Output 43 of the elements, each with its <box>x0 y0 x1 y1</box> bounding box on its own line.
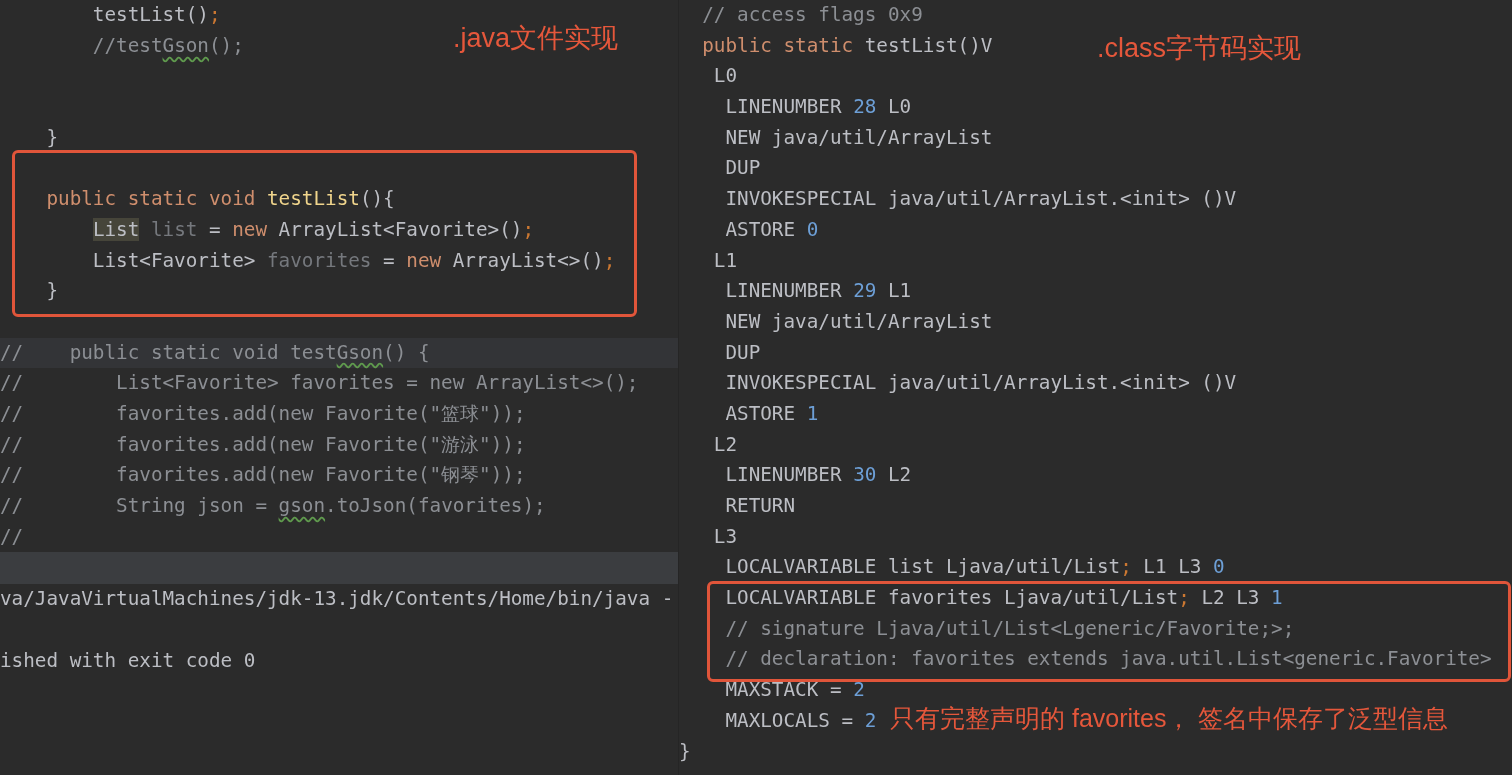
bytecode-line: MAXSTACK = 2 <box>724 677 865 704</box>
bytecode-line: public static testList()V <box>701 32 993 59</box>
bytecode-line: } <box>679 738 691 765</box>
code-line: testList(); <box>91 2 221 28</box>
bytecode-line: LOCALVARIABLE favorites Ljava/util/List; L2 L3 1 <box>724 585 1283 612</box>
annotation-text: .java文件实现 <box>453 22 619 55</box>
code-line: // String json = gson.toJson(favorites); <box>0 493 546 519</box>
code-line: // favorites.add(new Favorite("篮球")); <box>0 400 526 427</box>
console-line: ished with exit code 0 <box>0 647 256 674</box>
code-line: //testGson(); <box>91 32 244 59</box>
bytecode-line: // signature Ljava/util/List<Lgeneric/Favorite;>; <box>724 615 1295 642</box>
code-line: // <box>0 523 24 550</box>
code-line: List<Favorite> favorites = new ArrayList<>(); <box>91 247 616 274</box>
console-line: va/JavaVirtualMachines/jdk-13.jdk/Contents/Home/bin/java - <box>0 586 674 613</box>
bytecode-line: MAXLOCALS = 2 <box>724 707 877 734</box>
annotation-text: 只有完整声明的 favorites， 签名中保存了泛型信息 <box>890 703 1449 734</box>
bytecode-line: L1 <box>712 247 738 274</box>
bytecode-line: LINENUMBER 29 L1 <box>724 278 912 305</box>
code-line: List list = new ArrayList<Favorite>(); <box>91 216 534 243</box>
bytecode-line: RETURN <box>724 493 796 519</box>
bytecode-line: L2 <box>712 431 738 458</box>
bytecode-line: // declaration: favorites extends java.util.List<generic.Favorite> <box>724 646 1492 673</box>
code-line: } <box>45 278 59 305</box>
code-line: // favorites.add(new Favorite("游泳")); <box>0 431 526 458</box>
annotation-text: .class字节码实现 <box>1097 32 1302 65</box>
bytecode-line: L3 <box>712 523 738 550</box>
code-line: } <box>45 124 59 151</box>
code-line: public static void testList(){ <box>45 186 395 213</box>
bytecode-line: L0 <box>712 63 738 90</box>
bytecode-line: NEW java/util/ArrayList <box>724 124 993 151</box>
bytecode-line: INVOKESPECIAL java/util/ArrayList.<init> ()V <box>724 186 1237 213</box>
bytecode-line: LINENUMBER 30 L2 <box>724 462 912 489</box>
bytecode-line: ASTORE 0 <box>724 216 819 243</box>
code-line: // List<Favorite> favorites = new ArrayList<>(); <box>0 370 639 397</box>
bytecode-line: DUP <box>724 339 761 366</box>
bytecode-line: NEW java/util/ArrayList <box>724 308 993 335</box>
bytecode-line: ASTORE 1 <box>724 400 819 427</box>
bytecode-line: LINENUMBER 28 L0 <box>724 94 912 121</box>
bytecode-line: LOCALVARIABLE list Ljava/util/List; L1 L3 0 <box>724 554 1225 581</box>
bytecode-line: DUP <box>724 155 761 182</box>
bytecode-line: INVOKESPECIAL java/util/ArrayList.<init> ()V <box>724 370 1237 397</box>
code-line: // favorites.add(new Favorite("钢琴")); <box>0 462 526 489</box>
bytecode-line: // access flags 0x9 <box>701 2 923 28</box>
